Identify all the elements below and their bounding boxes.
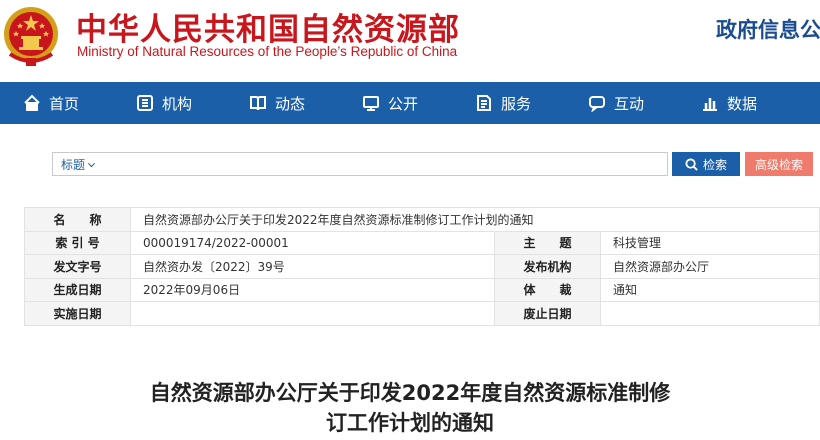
- bar-chart-icon: [703, 98, 717, 111]
- search-icon: [685, 157, 698, 171]
- genre-value: 通知: [600, 277, 820, 302]
- chevron-down-icon: [87, 160, 96, 168]
- article-title-line: 自然资源部办公厅关于印发2022年度自然资源标准制修: [149, 381, 671, 405]
- nav-item-label: 服务: [501, 94, 532, 113]
- effective-date-value: [130, 301, 495, 326]
- chat-icon: [589, 96, 605, 112]
- nav-item-service[interactable]: 服务: [475, 82, 531, 124]
- table-row: 名 称 自然资源部办公厅关于印发2022年度自然资源标准制修订工作计划的通知: [24, 207, 820, 232]
- nav-item-label: 公开: [388, 94, 419, 113]
- doc-number-value: 自然资办发〔2022〕39号: [130, 254, 495, 279]
- monitor-icon: [363, 96, 379, 111]
- nav-item-label: 数据: [727, 94, 758, 113]
- search-input[interactable]: [113, 154, 663, 174]
- site-title[interactable]: 中华人民共和国自然资源部: [76, 4, 460, 49]
- nav-item-home[interactable]: 首页: [23, 82, 79, 124]
- article-title: 自然资源部办公厅关于印发2022年度自然资源标准制修 订工作计划的通知: [60, 378, 760, 438]
- table-row: 实施日期 废止日期: [24, 301, 820, 326]
- site-header: 中华人民共和国自然资源部 Ministry of Natural Resourc…: [0, 0, 820, 82]
- date-label: 生成日期: [24, 277, 131, 302]
- index-label: 索 引 号: [24, 230, 131, 255]
- search-bar: 标题: [52, 152, 668, 176]
- nav-item-data[interactable]: 数据: [701, 82, 757, 124]
- nav-item-label: 机构: [162, 94, 193, 113]
- doc-number-label: 发文字号: [24, 254, 131, 279]
- genre-label: 体 裁: [494, 277, 601, 302]
- search-field-dropdown[interactable]: 标题: [61, 156, 96, 173]
- search-button-label: 检索: [702, 157, 727, 172]
- date-value: 2022年09月06日: [130, 277, 495, 302]
- issuer-label: 发布机构: [494, 254, 601, 279]
- home-icon: [24, 94, 40, 111]
- section-title: 政府信息公: [716, 18, 820, 42]
- name-value: 自然资源部办公厅关于印发2022年度自然资源标准制修订工作计划的通知: [130, 207, 820, 232]
- nav-item-public[interactable]: 公开: [362, 82, 418, 124]
- nav-item-label: 互动: [614, 94, 645, 113]
- name-label: 名 称: [24, 207, 131, 232]
- advanced-search-button[interactable]: 高级检索: [745, 152, 813, 176]
- subject-label: 主 题: [494, 230, 601, 255]
- index-value: 000019174/2022-00001: [130, 230, 495, 255]
- nav-item-interact[interactable]: 互动: [588, 82, 644, 124]
- nav-item-news[interactable]: 动态: [249, 82, 305, 124]
- nav-item-label: 动态: [275, 94, 306, 113]
- table-row: 发文字号 自然资办发〔2022〕39号 发布机构 自然资源部办公厅: [24, 254, 820, 279]
- effective-date-label: 实施日期: [24, 301, 131, 326]
- book-icon: [250, 96, 266, 111]
- document-info-table: 名 称 自然资源部办公厅关于印发2022年度自然资源标准制修订工作计划的通知 索…: [24, 207, 820, 326]
- search-field-label: 标题: [61, 158, 86, 172]
- issuer-value: 自然资源部办公厅: [600, 254, 820, 279]
- repeal-date-label: 废止日期: [494, 301, 601, 326]
- article-title-line: 订工作计划的通知: [326, 411, 494, 435]
- document-icon: [477, 95, 491, 111]
- main-nav: 首页 机构 动态 公开 服务 互动 数据: [0, 82, 820, 124]
- national-emblem-icon[interactable]: [2, 4, 60, 70]
- subject-value: 科技管理: [600, 230, 820, 255]
- nav-item-label: 首页: [49, 94, 80, 113]
- advanced-search-label: 高级检索: [754, 157, 803, 172]
- table-row: 索 引 号 000019174/2022-00001 主 题 科技管理: [24, 230, 820, 255]
- search-button[interactable]: 检索: [672, 152, 740, 176]
- site-subtitle: Ministry of Natural Resources of the Peo…: [77, 44, 458, 59]
- nav-item-org[interactable]: 机构: [136, 82, 192, 124]
- table-row: 生成日期 2022年09月06日 体 裁 通知: [24, 277, 820, 302]
- org-icon: [137, 95, 153, 111]
- repeal-date-value: [600, 301, 820, 326]
